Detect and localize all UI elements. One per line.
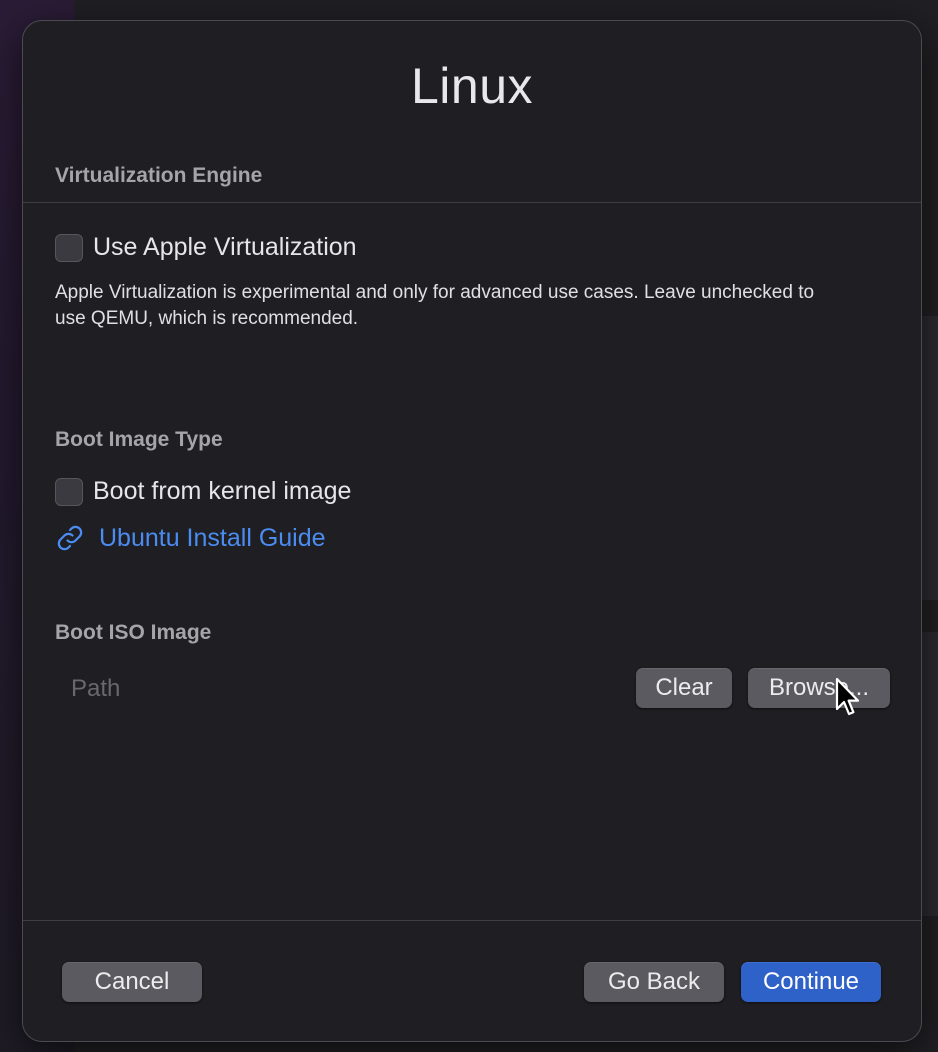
- kernel-image-label[interactable]: Boot from kernel image: [93, 477, 351, 506]
- kernel-image-checkbox-row[interactable]: Boot from kernel image: [55, 477, 351, 506]
- mouse-pointer-icon: [835, 677, 860, 716]
- ubuntu-install-guide-label[interactable]: Ubuntu Install Guide: [99, 524, 326, 553]
- continue-button[interactable]: Continue: [741, 962, 881, 1002]
- link-icon: [57, 525, 83, 551]
- apple-virtualization-label[interactable]: Use Apple Virtualization: [93, 233, 357, 262]
- cancel-button[interactable]: Cancel: [62, 962, 202, 1002]
- divider: [23, 202, 921, 203]
- linux-setup-dialog: Linux Virtualization Engine Use Apple Vi…: [22, 20, 922, 1042]
- apple-virtualization-checkbox[interactable]: [55, 233, 83, 262]
- clear-button[interactable]: Clear: [636, 668, 732, 708]
- boot-image-type-heading: Boot Image Type: [55, 428, 223, 451]
- ubuntu-install-guide-link[interactable]: Ubuntu Install Guide: [55, 523, 326, 553]
- boot-iso-image-heading: Boot ISO Image: [55, 621, 212, 644]
- footer-divider: [23, 920, 921, 921]
- go-back-button[interactable]: Go Back: [584, 962, 724, 1002]
- apple-virtualization-checkbox-row[interactable]: Use Apple Virtualization: [55, 233, 357, 262]
- dialog-title: Linux: [410, 58, 534, 114]
- iso-path-input[interactable]: [55, 669, 615, 709]
- browse-button[interactable]: Browse...: [748, 668, 890, 708]
- kernel-image-checkbox[interactable]: [55, 477, 83, 506]
- apple-virtualization-description: Apple Virtualization is experimental and…: [55, 282, 815, 329]
- virtualization-engine-heading: Virtualization Engine: [55, 164, 263, 187]
